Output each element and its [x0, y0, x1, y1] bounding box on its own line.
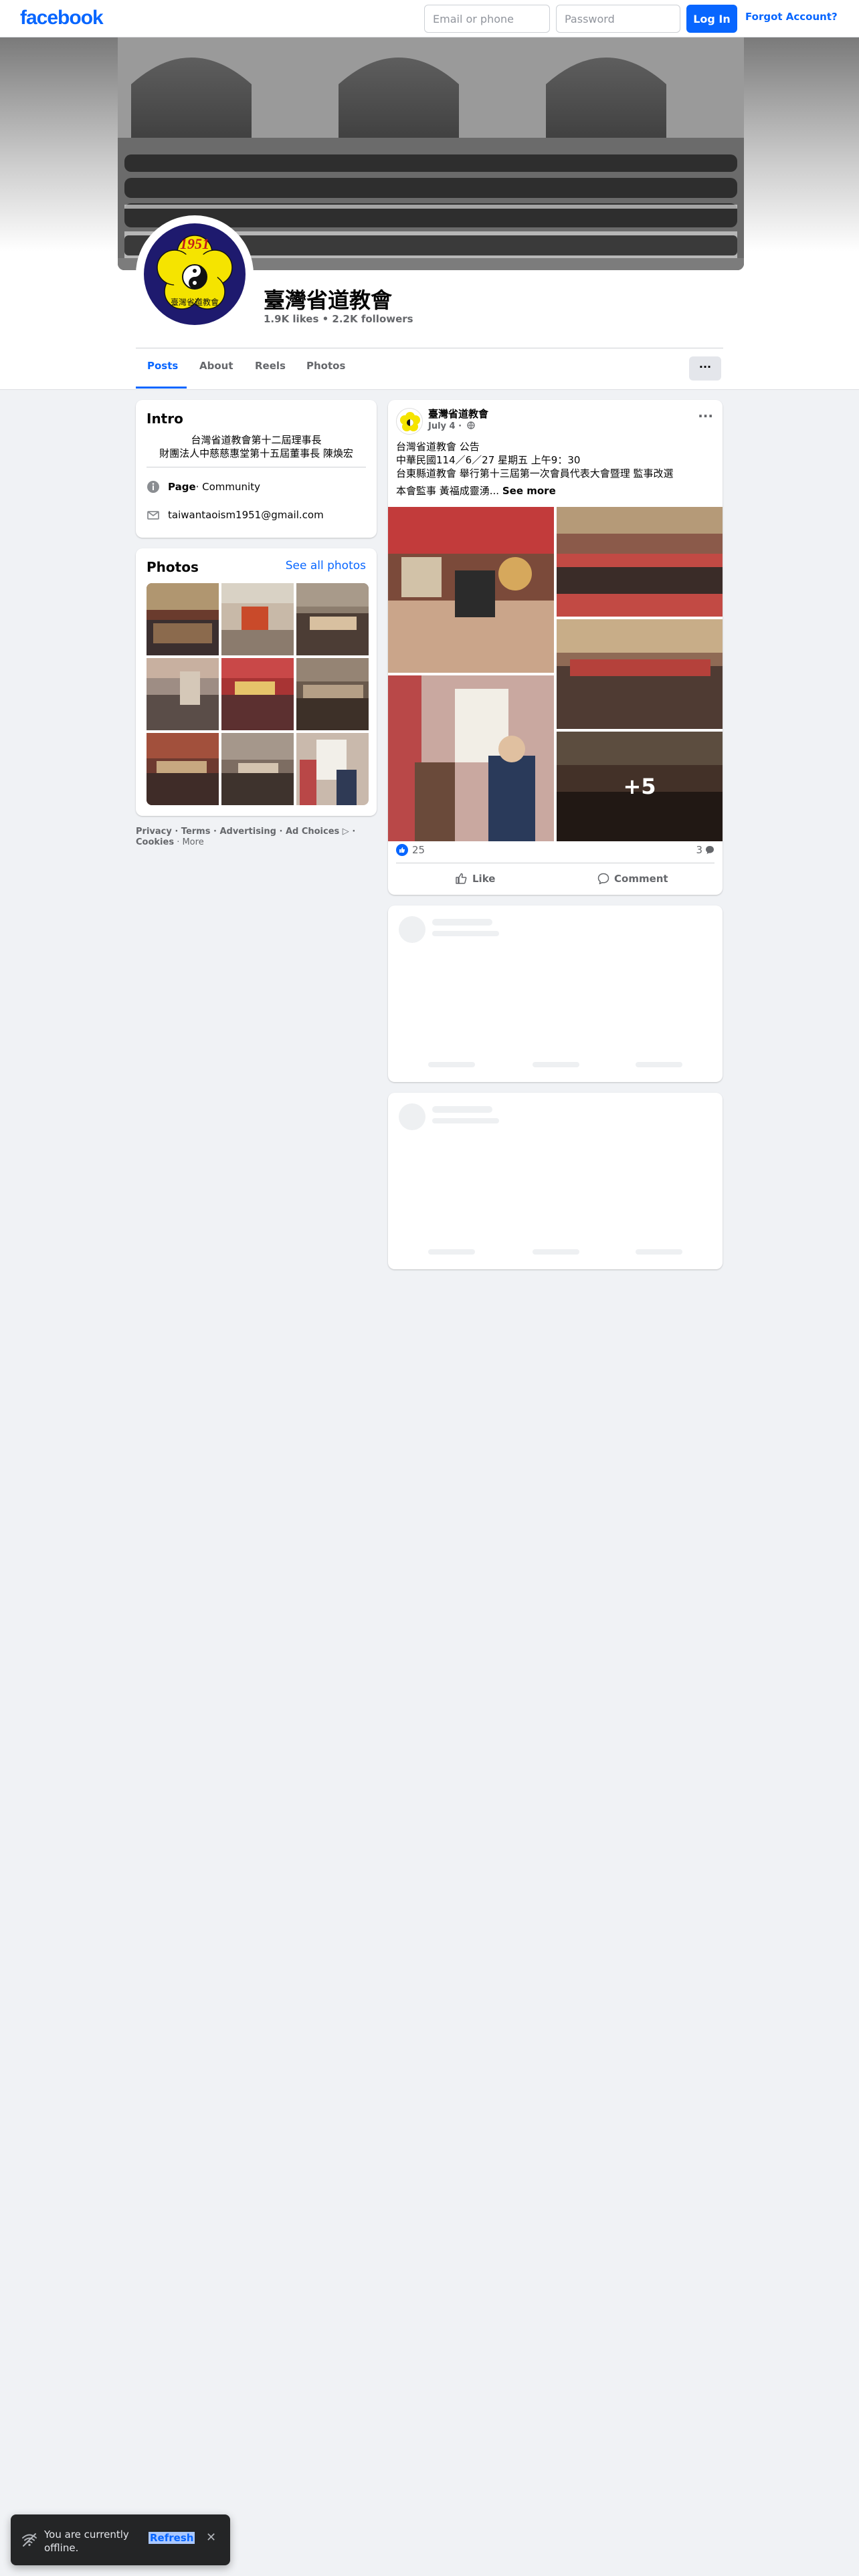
page-label: Page — [168, 481, 196, 493]
skeleton-line — [636, 1062, 682, 1067]
logo-emblem-icon: 1951 臺灣省道教會 — [140, 219, 250, 329]
close-icon[interactable]: ✕ — [206, 2531, 216, 2545]
post-photo-collage: +5 — [388, 507, 723, 841]
page-category: · Community — [195, 481, 260, 493]
intro-title: Intro — [147, 411, 183, 427]
comment-summary[interactable]: 3 — [696, 844, 714, 856]
post-author-name[interactable]: 臺灣省道教會 — [428, 407, 488, 421]
post-date[interactable]: July 4 · — [428, 421, 462, 431]
comment-bubble-icon — [706, 846, 714, 854]
email-field[interactable] — [424, 5, 550, 33]
post-photo[interactable] — [557, 507, 723, 617]
thumbs-up-icon — [456, 873, 467, 884]
page-stats[interactable]: 1.9K likes • 2.2K followers — [264, 313, 413, 325]
skeleton-line — [432, 1106, 492, 1113]
intro-description: 台灣省道教會第十二屆理事長 財團法人中慈慈惠堂第十五屆董事長 陳煥宏 — [147, 433, 366, 460]
like-button[interactable]: Like — [455, 872, 495, 885]
comment-button[interactable]: Comment — [597, 872, 668, 885]
svg-text:1951: 1951 — [180, 235, 209, 252]
globe-icon — [466, 421, 475, 429]
see-more-link[interactable]: See more — [502, 485, 556, 497]
wifi-off-icon — [21, 2532, 37, 2551]
password-field[interactable] — [556, 5, 680, 33]
tab-about[interactable]: About — [199, 360, 233, 372]
active-tab-indicator — [136, 387, 187, 389]
post-author-avatar[interactable] — [396, 408, 423, 435]
page-category-row: Page · Community — [147, 480, 260, 494]
post-options-icon[interactable]: ··· — [698, 408, 713, 424]
photos-card: Photos See all photos — [136, 548, 377, 816]
photo-thumbnail[interactable] — [221, 583, 294, 655]
skeleton-line — [533, 1062, 579, 1067]
skeleton-line — [432, 1118, 499, 1123]
photo-thumbnail[interactable] — [296, 733, 369, 805]
see-all-photos-link[interactable]: See all photos — [286, 559, 366, 572]
post-photo[interactable] — [557, 619, 723, 729]
reaction-summary[interactable]: 25 — [396, 844, 425, 856]
post-timestamp[interactable]: July 4 · — [428, 421, 475, 431]
like-reaction-icon — [396, 844, 408, 856]
photo-thumbnail[interactable] — [147, 658, 219, 730]
tab-posts[interactable]: Posts — [147, 360, 178, 372]
intro-description-line: 財團法人中慈慈惠堂第十五屆董事長 陳煥宏 — [159, 447, 353, 459]
footer-links: Privacy · Terms · Advertising · Ad Choic… — [136, 827, 363, 848]
photo-thumbnail[interactable] — [296, 658, 369, 730]
skeleton-avatar — [399, 1103, 425, 1130]
login-button[interactable]: Log In — [686, 5, 737, 33]
post-photo[interactable]: +5 — [557, 732, 723, 841]
post-text-line: 中華民國114／6／27 星期五 上午9：30 — [396, 454, 581, 466]
photo-thumbnail[interactable] — [147, 583, 219, 655]
info-icon — [147, 480, 160, 494]
profile-picture[interactable]: 1951 臺灣省道教會 — [136, 215, 254, 333]
skeleton-line — [533, 1249, 579, 1255]
refresh-button[interactable]: Refresh — [149, 2532, 195, 2544]
offline-message: You are currently offline. — [44, 2529, 129, 2554]
post-text-line: 台東縣道教會 舉行第十三屆第一次會員代表大會暨理 監事改選 — [396, 467, 674, 479]
intro-card: Intro 台灣省道教會第十二屆理事長 財團法人中慈慈惠堂第十五屆董事長 陳煥宏… — [136, 400, 377, 538]
photo-thumbnail[interactable] — [147, 733, 219, 805]
skeleton-line — [428, 1062, 475, 1067]
photo-thumbnail[interactable] — [221, 658, 294, 730]
more-options-button[interactable]: ··· — [689, 356, 721, 381]
tab-reels[interactable]: Reels — [255, 360, 286, 372]
like-count[interactable]: 25 — [412, 844, 425, 856]
offline-toast: You are currently offline. Refresh ✕ — [11, 2514, 230, 2565]
photo-grid — [147, 583, 369, 805]
svg-text:臺灣省道教會: 臺灣省道教會 — [171, 297, 219, 307]
post-photo[interactable] — [388, 675, 554, 841]
forgot-account-link[interactable]: Forgot Account? — [745, 11, 838, 23]
page-title: 臺灣省道教會 — [264, 288, 393, 313]
contact-email[interactable]: taiwantaoism1951@gmail.com — [168, 509, 324, 521]
post-body: 台灣省道教會 公告 中華民國114／6／27 星期五 上午9：30 台東縣道教會… — [396, 440, 714, 498]
skeleton-avatar — [399, 916, 425, 943]
more-link[interactable]: · More — [174, 837, 204, 847]
more-photos-overlay[interactable]: +5 — [557, 732, 723, 841]
email-row: taiwantaoism1951@gmail.com — [147, 508, 324, 522]
skeleton-line — [636, 1249, 682, 1255]
skeleton-line — [432, 919, 492, 926]
photo-thumbnail[interactable] — [221, 733, 294, 805]
email-icon — [147, 508, 160, 522]
photos-title: Photos — [147, 559, 199, 575]
skeleton-line — [428, 1249, 475, 1255]
tab-photos[interactable]: Photos — [306, 360, 345, 372]
top-navigation-bar: facebook Log In Forgot Account? — [0, 0, 859, 37]
post-card: 臺灣省道教會 July 4 · ··· 台灣省道教會 公告 中華民國114／6／… — [388, 400, 723, 895]
post-text-line: 台灣省道教會 公告 — [396, 441, 480, 453]
post-text-line: 本會監事 黃福成靈湧... — [396, 485, 500, 497]
facebook-logo[interactable]: facebook — [20, 7, 104, 29]
footer-links-line[interactable]: Privacy · Terms · Advertising · Ad Choic… — [136, 827, 363, 837]
comment-icon — [597, 873, 609, 885]
post-photo[interactable] — [388, 507, 554, 673]
cookies-link[interactable]: Cookies — [136, 837, 174, 847]
loading-post-placeholder — [388, 905, 723, 1082]
comment-count[interactable]: 3 — [696, 844, 702, 856]
skeleton-line — [432, 931, 499, 936]
intro-description-line: 台灣省道教會第十二屆理事長 — [191, 434, 322, 446]
like-label[interactable]: Like — [472, 873, 495, 885]
comment-label[interactable]: Comment — [614, 873, 668, 885]
loading-post-placeholder — [388, 1093, 723, 1269]
photo-thumbnail[interactable] — [296, 583, 369, 655]
